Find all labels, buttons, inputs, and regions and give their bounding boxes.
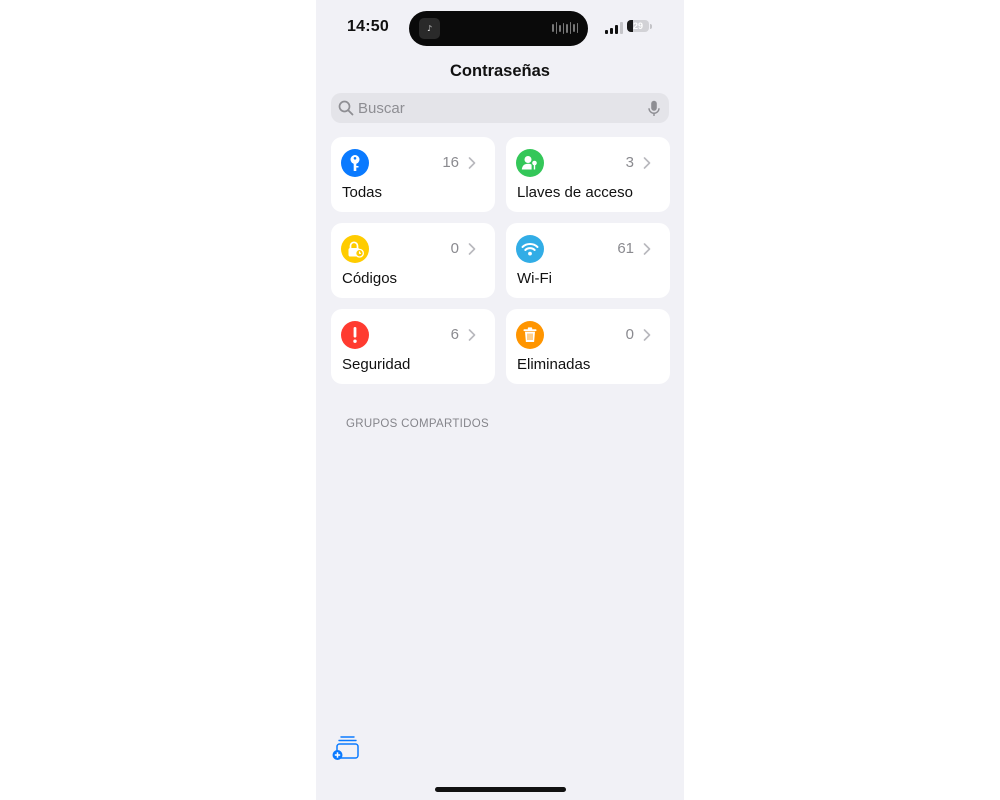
album-art-icon: ♪ [419, 18, 440, 39]
trash-icon [516, 321, 544, 349]
audio-waveform-icon [552, 22, 578, 34]
phone-screen: 14:50 ♪ 29 Contraseñas Buscar 16 Todas 3… [316, 0, 684, 800]
category-card-eliminadas[interactable]: 0 Eliminadas [506, 309, 670, 384]
key-icon [341, 149, 369, 177]
person-key-icon [516, 149, 544, 177]
category-card-seguridad[interactable]: 6 Seguridad [331, 309, 495, 384]
search-input[interactable] [358, 93, 638, 123]
category-count: 61 [617, 240, 634, 257]
home-indicator[interactable] [435, 787, 566, 792]
page-title: Contraseñas [450, 62, 550, 80]
chevron-right-icon [468, 157, 476, 169]
status-time: 14:50 [347, 18, 389, 35]
category-count: 16 [442, 154, 459, 171]
search-bar[interactable] [331, 93, 669, 123]
category-card-codigos[interactable]: 0 Códigos [331, 223, 495, 298]
lock-clock-icon [341, 235, 369, 263]
battery-level: 29 [632, 21, 643, 31]
category-label: Llaves de acceso [517, 184, 633, 201]
chevron-right-icon [643, 329, 651, 341]
exclamation-icon [341, 321, 369, 349]
cellular-signal-icon [605, 22, 623, 34]
category-label: Seguridad [342, 356, 411, 373]
category-label: Eliminadas [517, 356, 591, 373]
category-count: 3 [625, 154, 634, 171]
search-icon [338, 100, 354, 116]
microphone-icon[interactable] [647, 100, 661, 117]
wifi-icon [516, 235, 544, 263]
battery-icon: 29 [627, 20, 649, 32]
category-label: Todas [342, 184, 383, 201]
category-card-todas[interactable]: 16 Todas [331, 137, 495, 212]
chevron-right-icon [468, 329, 476, 341]
category-label: Wi-Fi [517, 270, 552, 287]
dynamic-island[interactable]: ♪ [409, 11, 588, 46]
category-card-llaves-de-acceso[interactable]: 3 Llaves de acceso [506, 137, 670, 212]
new-group-icon[interactable] [332, 735, 360, 761]
category-label: Códigos [342, 270, 398, 287]
category-count: 0 [625, 326, 634, 343]
category-count: 6 [450, 326, 459, 343]
chevron-right-icon [468, 243, 476, 255]
battery-cap [650, 24, 652, 29]
chevron-right-icon [643, 243, 651, 255]
category-card-wifi[interactable]: 61 Wi-Fi [506, 223, 670, 298]
category-count: 0 [450, 240, 459, 257]
chevron-right-icon [643, 157, 651, 169]
shared-groups-header: GRUPOS COMPARTIDOS [346, 418, 489, 430]
